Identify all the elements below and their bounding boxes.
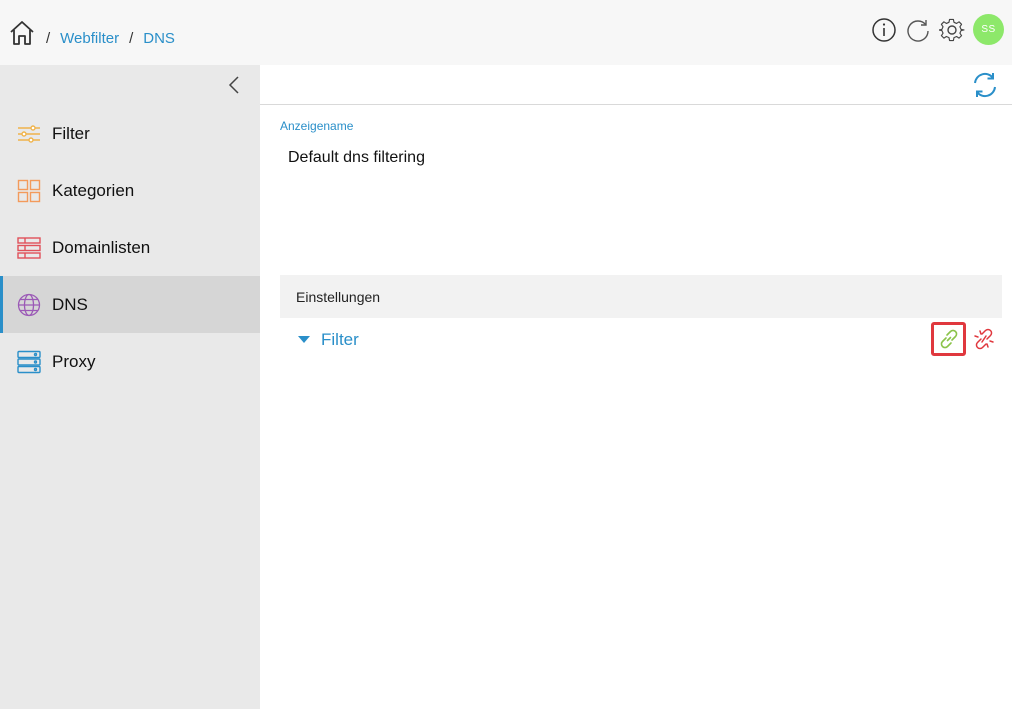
refresh-icon[interactable] [970, 70, 1000, 100]
home-icon[interactable] [8, 19, 36, 47]
breadcrumb-separator: / [129, 30, 134, 47]
sidebar-item-dns[interactable]: DNS [0, 276, 260, 333]
top-actions: SS [871, 14, 1004, 45]
settings-section-header: Einstellungen [280, 275, 1002, 318]
unlink-icon [974, 328, 994, 350]
main-panel: Anzeigename Default dns filtering Einste… [260, 65, 1012, 709]
info-icon[interactable] [871, 17, 897, 43]
filter-label: Filter [321, 330, 359, 349]
chevron-left-icon[interactable] [226, 75, 244, 95]
sidebar-item-label: Kategorien [52, 180, 135, 200]
display-name-value[interactable]: Default dns filtering [288, 149, 425, 167]
filter-row: Filter [280, 318, 1002, 363]
filter-expand-toggle[interactable]: Filter [298, 330, 359, 350]
sidebar-item-proxy[interactable]: Proxy [0, 333, 260, 390]
grid-icon [17, 179, 41, 202]
caret-down-icon [298, 336, 310, 343]
top-bar: / Webfilter / DNS SS [0, 0, 1012, 65]
link-icon [940, 329, 957, 349]
sidebar-nav: Filter Kategorien Domainlisten DNS Proxy [0, 105, 260, 390]
sidebar-item-filter[interactable]: Filter [0, 105, 260, 162]
settings-section-title: Einstellungen [296, 288, 381, 305]
breadcrumb: / Webfilter / DNS [46, 30, 185, 47]
sidebar-item-label: DNS [52, 294, 88, 314]
sidebar-item-label: Proxy [52, 351, 96, 371]
sidebar: Filter Kategorien Domainlisten DNS Proxy [0, 65, 260, 709]
main-header [260, 65, 1012, 105]
sidebar-item-kategorien[interactable]: Kategorien [0, 162, 260, 219]
reload-icon[interactable] [905, 17, 931, 43]
list-icon [17, 236, 41, 259]
breadcrumb-dns[interactable]: DNS [143, 30, 175, 47]
sliders-icon [18, 124, 40, 143]
sidebar-item-domainlisten[interactable]: Domainlisten [0, 219, 260, 276]
display-name-label: Anzeigename [280, 119, 354, 133]
link-button[interactable] [931, 322, 966, 356]
gear-icon[interactable] [939, 17, 965, 43]
breadcrumb-separator: / [46, 30, 51, 47]
sidebar-item-label: Filter [52, 123, 90, 143]
server-icon [17, 350, 41, 373]
avatar[interactable]: SS [973, 14, 1004, 45]
sidebar-item-label: Domainlisten [52, 237, 151, 257]
unlink-button[interactable] [971, 326, 997, 352]
globe-icon [17, 293, 41, 316]
breadcrumb-webfilter[interactable]: Webfilter [60, 30, 119, 47]
